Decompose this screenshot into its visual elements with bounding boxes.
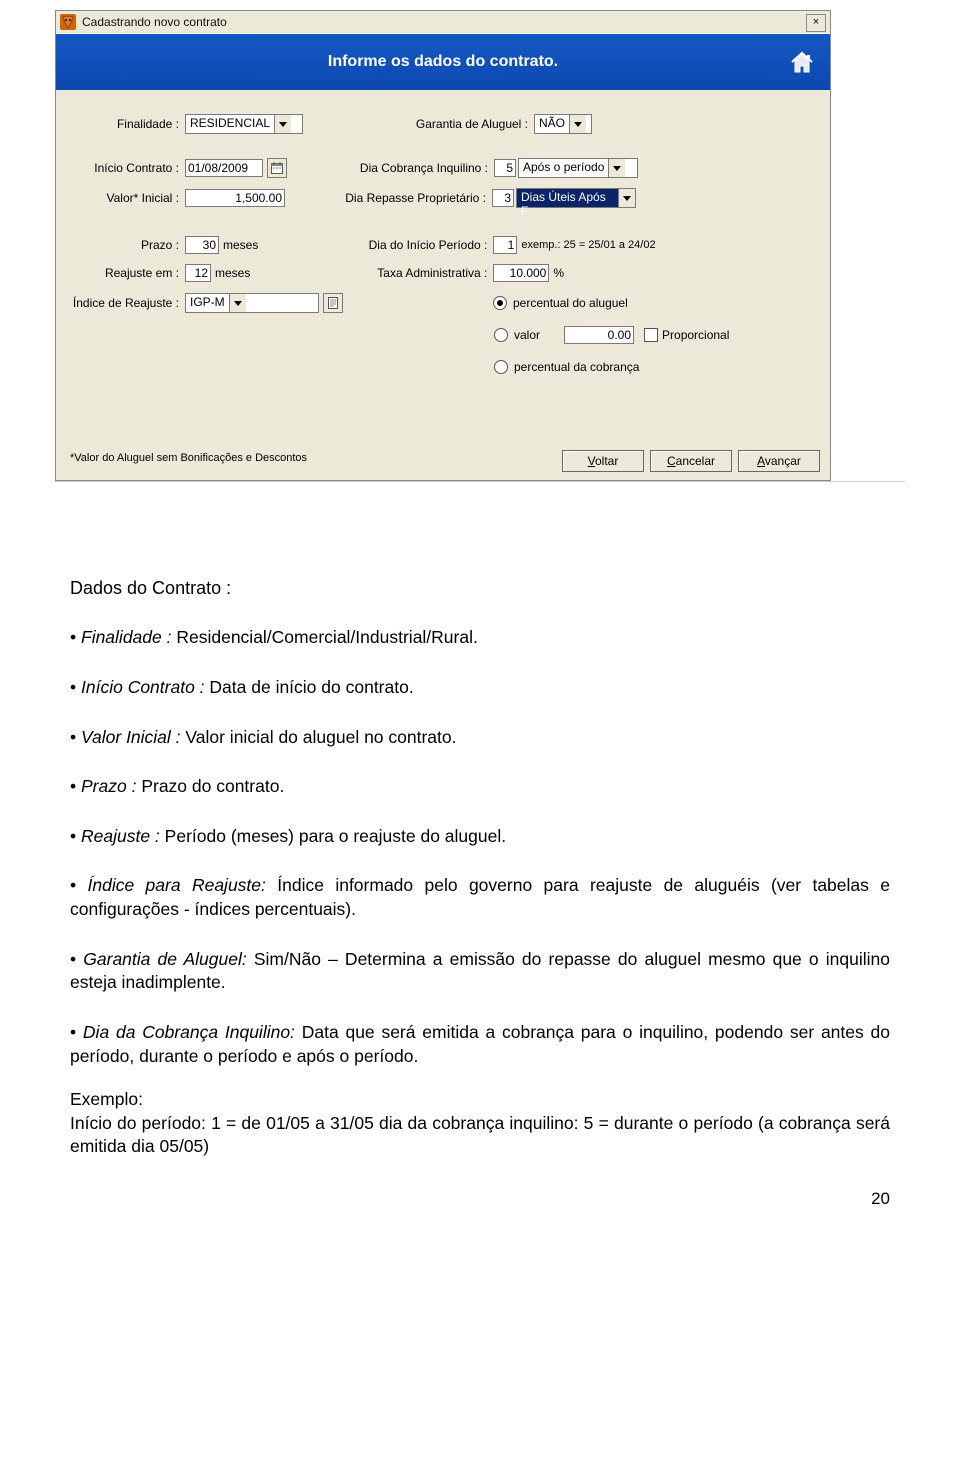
prazo-input[interactable] [185, 236, 219, 254]
dia-inicio-periodo-label: Dia do Início Período : [332, 238, 493, 252]
radio-valor[interactable]: valor [494, 328, 540, 342]
doc-item-garantia: Garantia de Aluguel: Sim/Não – Determina… [70, 948, 890, 995]
valor-inicial-input[interactable] [185, 189, 285, 207]
title-bar: Cadastrando novo contrato × [56, 11, 830, 34]
page-number: 20 [0, 1189, 960, 1209]
doc-item-finalidade: Finalidade : Residencial/Comercial/Indus… [70, 626, 890, 650]
radio-valor-label: valor [514, 328, 540, 342]
footnote: *Valor do Aluguel sem Bonificações e Des… [70, 452, 307, 464]
window-title: Cadastrando novo contrato [82, 15, 227, 29]
chevron-down-icon[interactable] [608, 159, 625, 177]
inicio-contrato-input[interactable] [185, 159, 263, 177]
dia-repasse-label: Dia Repasse Proprietário : [331, 191, 492, 205]
taxa-admin-label: Taxa Administrativa : [332, 266, 493, 280]
doc-item-valor: Valor Inicial : Valor inicial do aluguel… [70, 726, 890, 750]
radio-icon [494, 360, 508, 374]
dia-repasse-combo[interactable]: Dias Úteis Após F [516, 188, 636, 208]
doc-exemplo: Exemplo: Início do período: 1 = de 01/05… [70, 1088, 890, 1159]
radio-icon [494, 328, 508, 342]
doc-item-reajuste: Reajuste : Período (meses) para o reajus… [70, 825, 890, 849]
indice-reajuste-label: Índice de Reajuste : [64, 296, 185, 310]
dia-cobranca-option: Após o período [519, 159, 608, 177]
banner: Informe os dados do contrato. [56, 34, 830, 90]
calendar-icon[interactable] [267, 158, 287, 178]
cancelar-button[interactable]: Cancelar [650, 450, 732, 472]
button-bar: Voltar Cancelar Avançar [562, 450, 820, 472]
proporcional-checkbox[interactable]: Proporcional [644, 328, 729, 342]
indice-reajuste-combo[interactable]: IGP-M [185, 293, 319, 313]
doc-heading: Dados do Contrato : [70, 576, 890, 600]
dia-inicio-periodo-input[interactable] [493, 236, 517, 254]
chevron-down-icon[interactable] [618, 189, 635, 207]
garantia-label: Garantia de Aluguel : [373, 117, 534, 131]
prazo-unit: meses [223, 238, 258, 252]
chevron-down-icon[interactable] [569, 115, 586, 133]
dia-cobranca-input[interactable] [494, 159, 516, 177]
radio-percentual-aluguel[interactable]: percentual do aluguel [493, 296, 628, 310]
chevron-down-icon[interactable] [274, 115, 291, 133]
banner-text: Informe os dados do contrato. [328, 53, 558, 71]
dia-repasse-input[interactable] [492, 189, 514, 207]
dialog-window: Cadastrando novo contrato × Informe os d… [55, 10, 831, 481]
radio-icon [493, 296, 507, 310]
close-icon: × [813, 16, 819, 28]
inicio-contrato-label: Início Contrato : [64, 161, 185, 175]
document-icon[interactable] [323, 293, 343, 313]
reajuste-em-input[interactable] [185, 264, 211, 282]
dia-cobranca-label: Dia Cobrança Inquilino : [333, 161, 494, 175]
doc-item-prazo: Prazo : Prazo do contrato. [70, 775, 890, 799]
finalidade-value: RESIDENCIAL [186, 115, 274, 133]
dia-inicio-periodo-hint: exemp.: 25 = 25/01 a 24/02 [521, 239, 655, 251]
garantia-value: NÃO [535, 115, 569, 133]
form-area: Finalidade : RESIDENCIAL Garantia de Alu… [56, 90, 830, 480]
close-button[interactable]: × [806, 14, 826, 32]
taxa-admin-unit: % [553, 266, 564, 280]
reajuste-em-label: Reajuste em : [64, 266, 185, 280]
voltar-button[interactable]: Voltar [562, 450, 644, 472]
radio-percentual-aluguel-label: percentual do aluguel [513, 296, 628, 310]
radio-percentual-cobranca-label: percentual da cobrança [514, 360, 639, 374]
dia-cobranca-combo[interactable]: Após o período [518, 158, 638, 178]
checkbox-icon [644, 328, 658, 342]
finalidade-label: Finalidade : [64, 117, 185, 131]
chevron-down-icon[interactable] [229, 294, 246, 312]
proporcional-label: Proporcional [662, 328, 729, 342]
radio-valor-amount-input[interactable] [564, 326, 634, 344]
finalidade-combo[interactable]: RESIDENCIAL [185, 114, 303, 134]
doc-item-diacob: Dia da Cobrança Inquilino: Data que será… [70, 1021, 890, 1068]
doc-item-inicio: Início Contrato : Data de início do cont… [70, 676, 890, 700]
avancar-button[interactable]: Avançar [738, 450, 820, 472]
reajuste-em-unit: meses [215, 266, 250, 280]
dia-repasse-option: Dias Úteis Após F [517, 189, 618, 207]
doc-item-indice: Índice para Reajuste: Índice informado p… [70, 874, 890, 921]
valor-inicial-label: Valor* Inicial : [64, 191, 185, 205]
indice-reajuste-value: IGP-M [186, 294, 229, 312]
garantia-combo[interactable]: NÃO [534, 114, 592, 134]
prazo-label: Prazo : [64, 238, 185, 252]
taxa-admin-input[interactable] [493, 264, 549, 282]
app-icon [60, 14, 76, 30]
document-body: Dados do Contrato : Finalidade : Residen… [0, 486, 960, 1189]
radio-percentual-cobranca[interactable]: percentual da cobrança [494, 360, 639, 374]
home-icon[interactable] [788, 48, 816, 76]
